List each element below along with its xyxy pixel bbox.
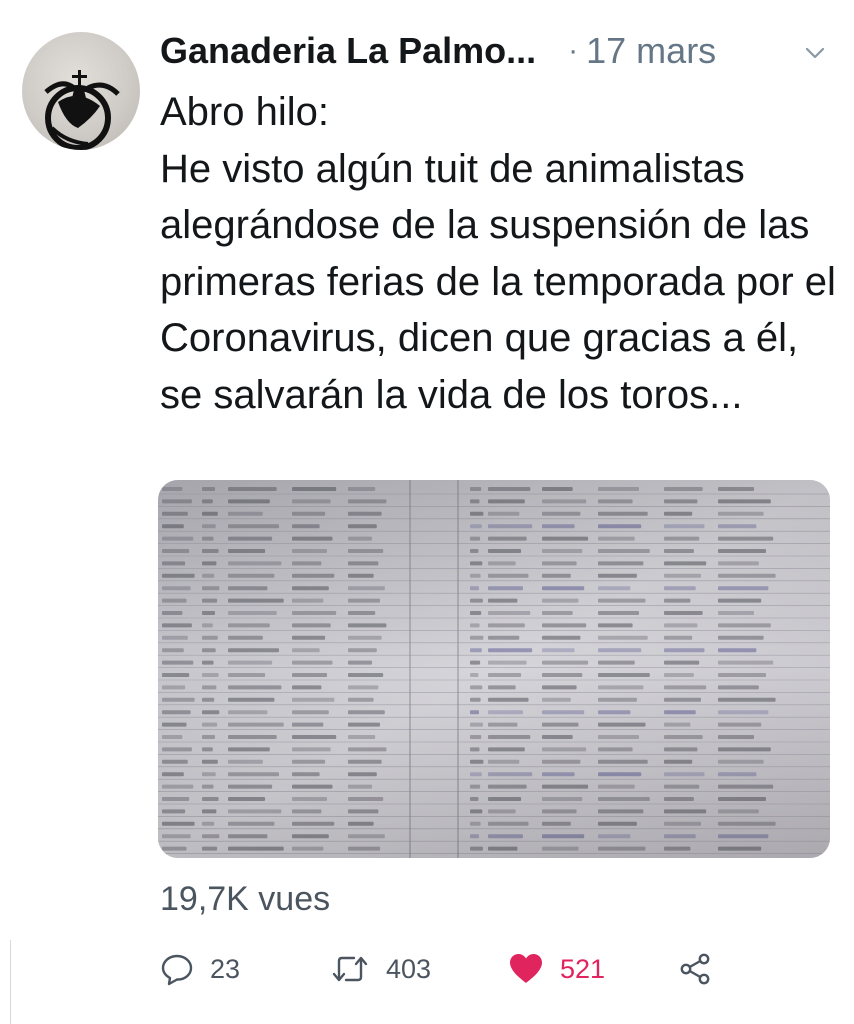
reply-icon xyxy=(161,954,193,986)
chevron-down-icon[interactable] xyxy=(804,42,826,64)
author-name[interactable]: Ganaderia La Palmo... xyxy=(160,30,536,72)
ganaderia-logo-icon xyxy=(44,70,120,150)
timestamp[interactable]: 17 mars xyxy=(586,30,716,72)
reply-count: 23 xyxy=(210,953,241,984)
share-icon xyxy=(680,953,710,985)
tweet-text-line: Abro hilo: xyxy=(160,90,329,134)
media-image[interactable] xyxy=(158,480,830,858)
reply-button[interactable]: 23 xyxy=(160,944,240,994)
views-count: 19,7K vues xyxy=(160,880,331,918)
separator-dot: · xyxy=(568,34,579,67)
avatar[interactable] xyxy=(22,32,140,150)
retweet-button[interactable]: 403 xyxy=(330,944,431,994)
share-button[interactable] xyxy=(678,944,712,994)
tweet: Ganaderia La Palmo... · 17 mars Abro hil… xyxy=(0,0,854,1024)
heart-icon xyxy=(510,954,542,983)
retweet-icon xyxy=(332,956,368,982)
like-button[interactable]: 521 xyxy=(508,944,605,994)
tweet-text: Abro hilo: He visto algún tuit de animal… xyxy=(160,84,840,423)
retweet-count: 403 xyxy=(386,953,432,984)
tweet-actions: 23 403 521 xyxy=(160,944,840,994)
spreadsheet-photo xyxy=(158,480,830,858)
tweet-text-line: He visto algún tuit de animalistas alegr… xyxy=(160,146,836,417)
divider xyxy=(10,940,11,1024)
like-count: 521 xyxy=(560,953,606,984)
tweet-header: Ganaderia La Palmo... · 17 mars xyxy=(160,26,840,76)
